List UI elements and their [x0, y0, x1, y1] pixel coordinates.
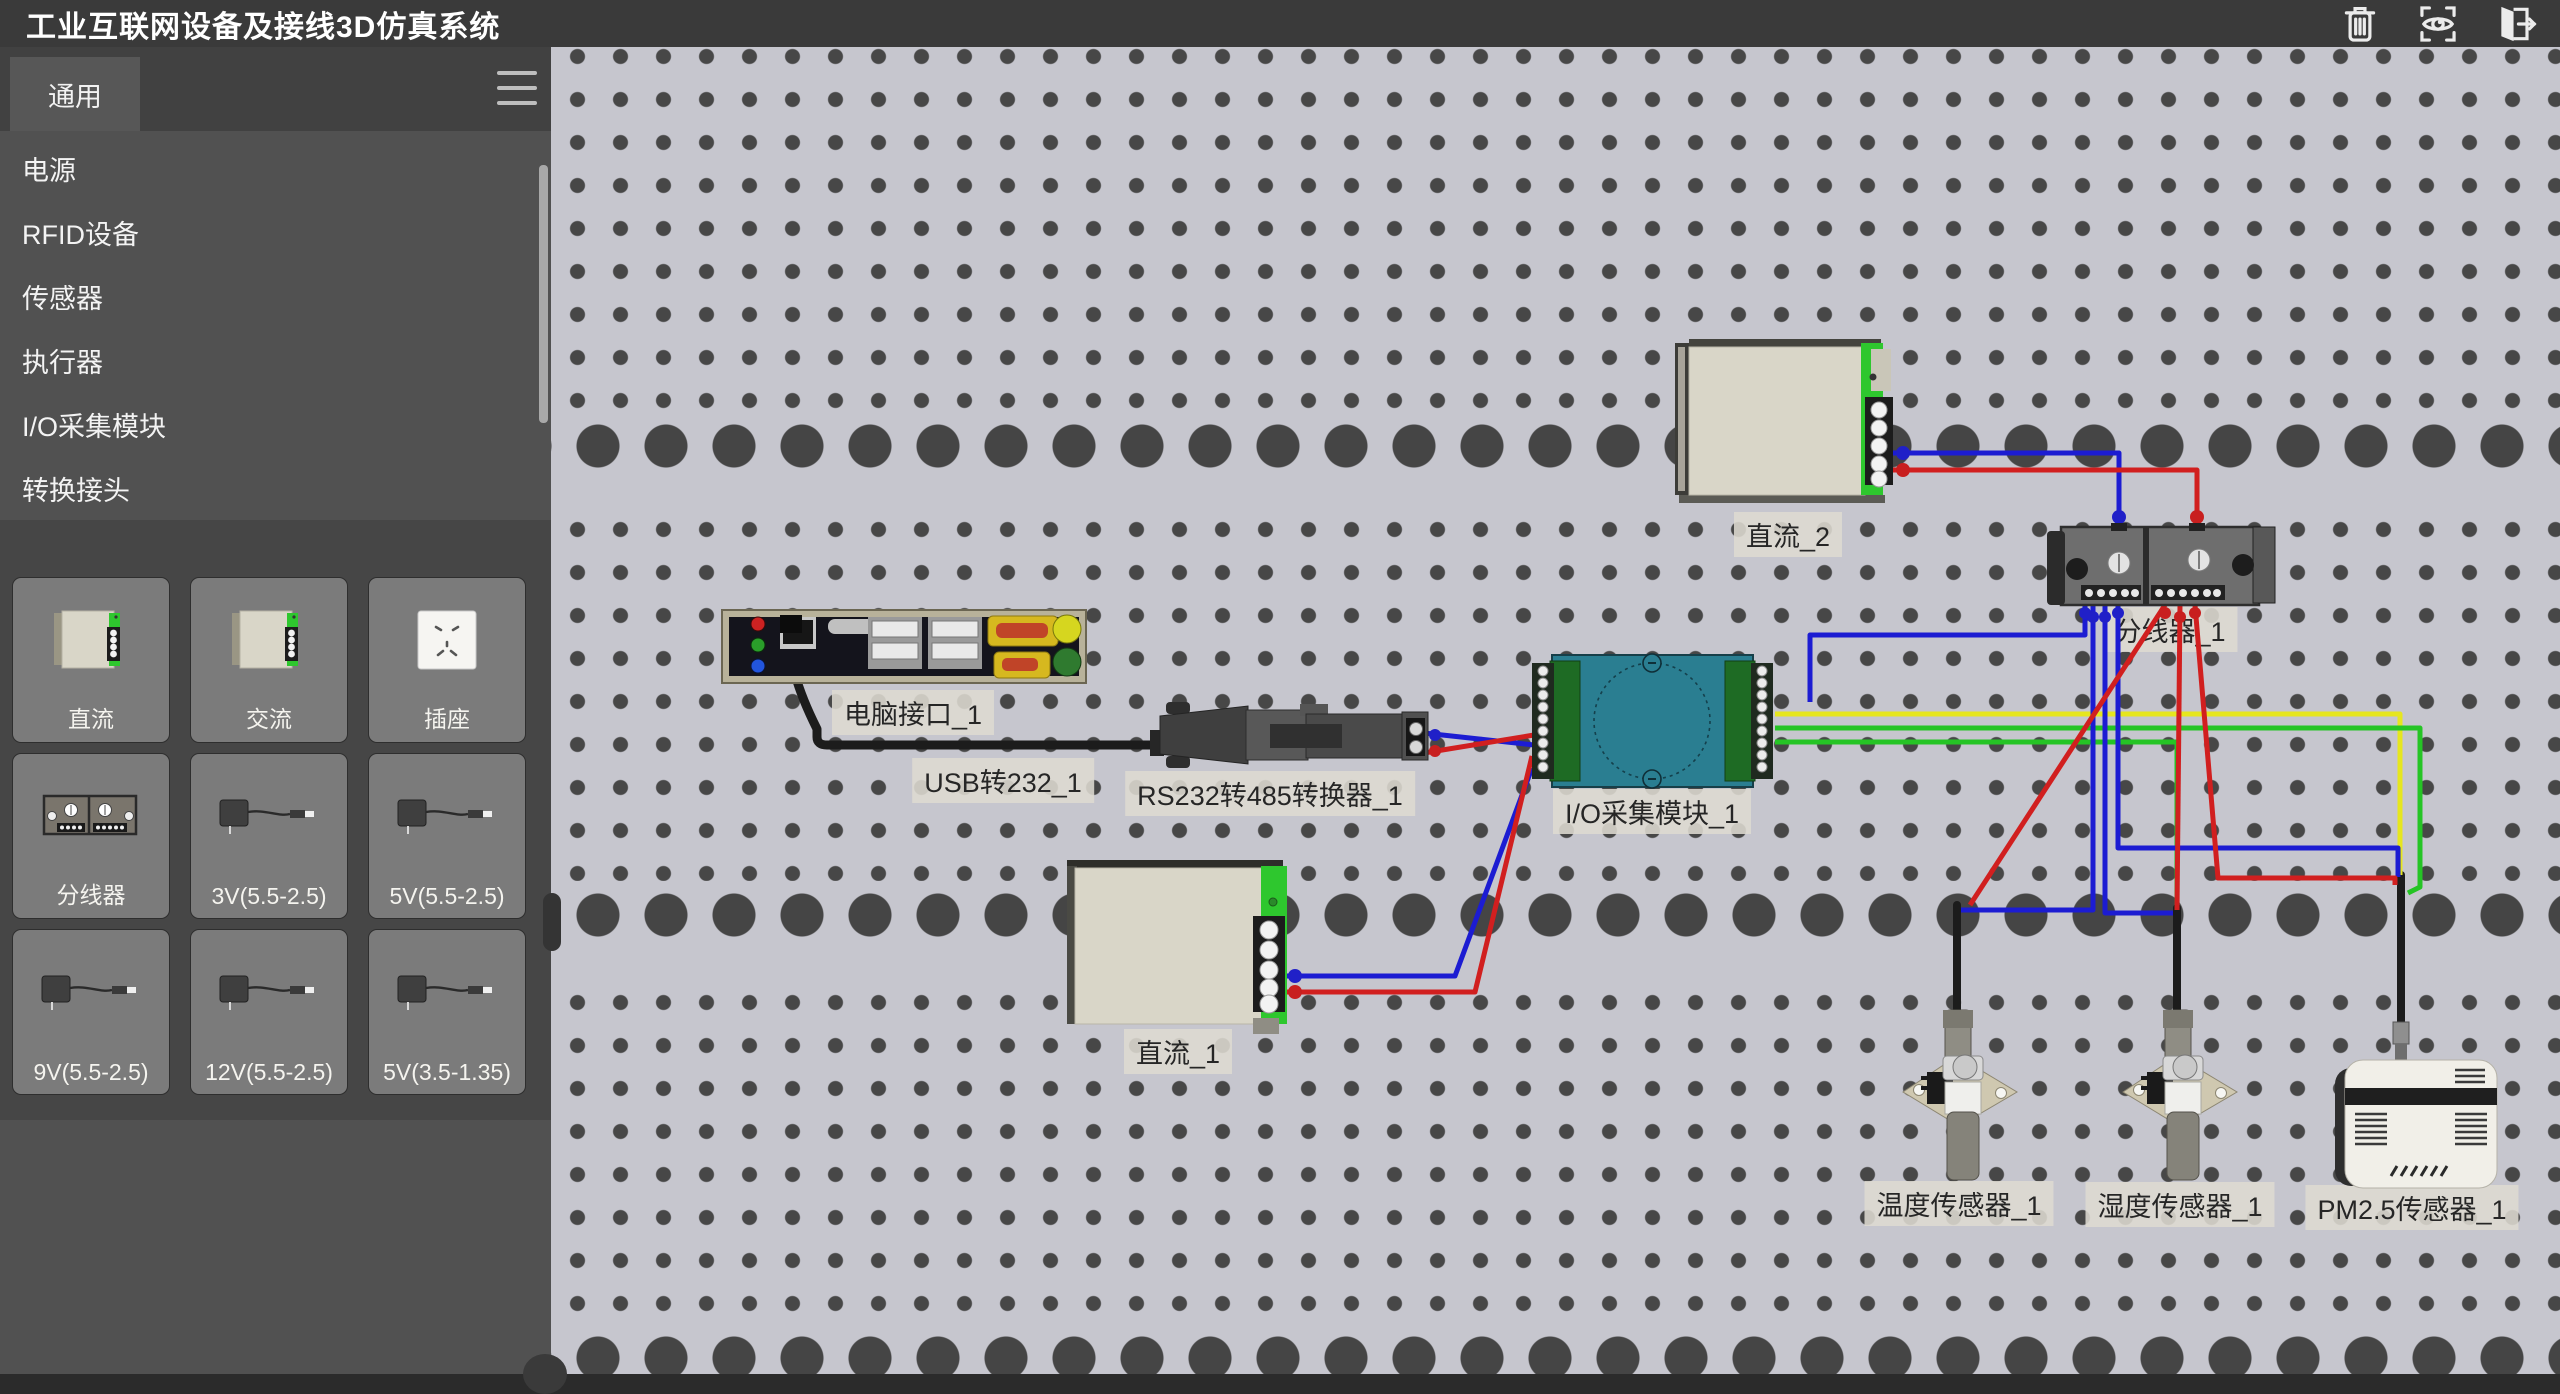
category-menu: 电源 RFID设备 传感器 执行器 I/O采集模块 转换接头	[0, 139, 551, 523]
menu-scrollbar[interactable]	[539, 165, 548, 423]
tile-5v[interactable]: 5V(5.5-2.5)	[368, 753, 526, 919]
sidebar-collapse-handle[interactable]	[543, 893, 561, 951]
socket-thumb	[369, 586, 525, 694]
toolbar	[2334, 2, 2542, 46]
tile-3v[interactable]: 3V(5.5-2.5)	[190, 753, 348, 919]
menu-icon[interactable]	[497, 71, 537, 105]
view-icon	[2417, 3, 2459, 45]
tab-general[interactable]: 通用	[10, 57, 140, 131]
device-label-pm25: PM2.5传感器_1	[2305, 1185, 2518, 1230]
trash-button[interactable]	[2334, 2, 2386, 46]
component-sidebar: 通用 电源 RFID设备 传感器 执行器 I/O采集模块 转换接头 直流	[0, 47, 551, 1374]
sidebar-item-sensor[interactable]: 传感器	[0, 267, 551, 331]
device-label-hum: 湿度传感器_1	[2085, 1182, 2274, 1227]
tile-label: 3V(5.5-2.5)	[191, 883, 347, 910]
device-label-splitter: 分线器_1	[2102, 607, 2237, 652]
sidebar-item-adapter[interactable]: 转换接头	[0, 459, 551, 523]
component-palette: 直流 交流	[0, 520, 551, 1120]
adapter-thumb	[191, 938, 347, 1046]
device-label-dc1: 直流_1	[1124, 1029, 1232, 1074]
device-label-temp: 温度传感器_1	[1864, 1181, 2053, 1226]
device-label-io: I/O采集模块_1	[1553, 789, 1751, 834]
adapter-thumb	[13, 938, 169, 1046]
simulation-canvas[interactable]: 直流_2 电脑接口_1 USB转232_1 RS232转485转换器_1 I/O…	[551, 47, 2560, 1374]
exit-icon	[2494, 3, 2538, 45]
device-label-rs232485: RS232转485转换器_1	[1125, 771, 1415, 816]
adapter-thumb	[369, 938, 525, 1046]
tile-label: 9V(5.5-2.5)	[13, 1059, 169, 1086]
tile-splitter[interactable]: 分线器	[12, 753, 170, 919]
device-label-usb232: USB转232_1	[912, 758, 1094, 803]
tile-dc[interactable]: 直流	[12, 577, 170, 743]
ac-power-thumb	[191, 586, 347, 694]
tile-label: 5V(5.5-2.5)	[369, 883, 525, 910]
tile-label: 分线器	[13, 876, 169, 910]
sidebar-item-io[interactable]: I/O采集模块	[0, 395, 551, 459]
tile-label: 12V(5.5-2.5)	[191, 1059, 347, 1086]
device-label-pc: 电脑接口_1	[832, 690, 994, 735]
app-title: 工业互联网设备及接线3D仿真系统	[26, 2, 500, 46]
top-bar: 工业互联网设备及接线3D仿真系统	[0, 0, 2560, 47]
pegboard-big-holes	[551, 881, 2560, 971]
tile-ac[interactable]: 交流	[190, 577, 348, 743]
trash-icon	[2339, 3, 2381, 45]
canvas-scroll-handle[interactable]	[523, 1354, 567, 1394]
view-button[interactable]	[2412, 2, 2464, 46]
adapter-thumb	[191, 762, 347, 870]
tile-12v[interactable]: 12V(5.5-2.5)	[190, 929, 348, 1095]
tile-9v[interactable]: 9V(5.5-2.5)	[12, 929, 170, 1095]
sidebar-item-rfid[interactable]: RFID设备	[0, 203, 551, 267]
device-label-dc2: 直流_2	[1734, 512, 1842, 557]
adapter-thumb	[369, 762, 525, 870]
sidebar-item-actuator[interactable]: 执行器	[0, 331, 551, 395]
exit-button[interactable]	[2490, 2, 2542, 46]
tile-socket[interactable]: 插座	[368, 577, 526, 743]
tile-label: 直流	[13, 700, 169, 734]
tile-label: 插座	[369, 700, 525, 734]
pegboard-big-holes	[551, 1324, 2560, 1374]
sidebar-item-power[interactable]: 电源	[0, 139, 551, 203]
dc-power-thumb	[13, 586, 169, 694]
tile-5v-slim[interactable]: 5V(3.5-1.35)	[368, 929, 526, 1095]
tile-label: 5V(3.5-1.35)	[369, 1059, 525, 1086]
tile-label: 交流	[191, 700, 347, 734]
splitter-thumb	[13, 762, 169, 870]
pegboard-big-holes	[551, 412, 2560, 502]
